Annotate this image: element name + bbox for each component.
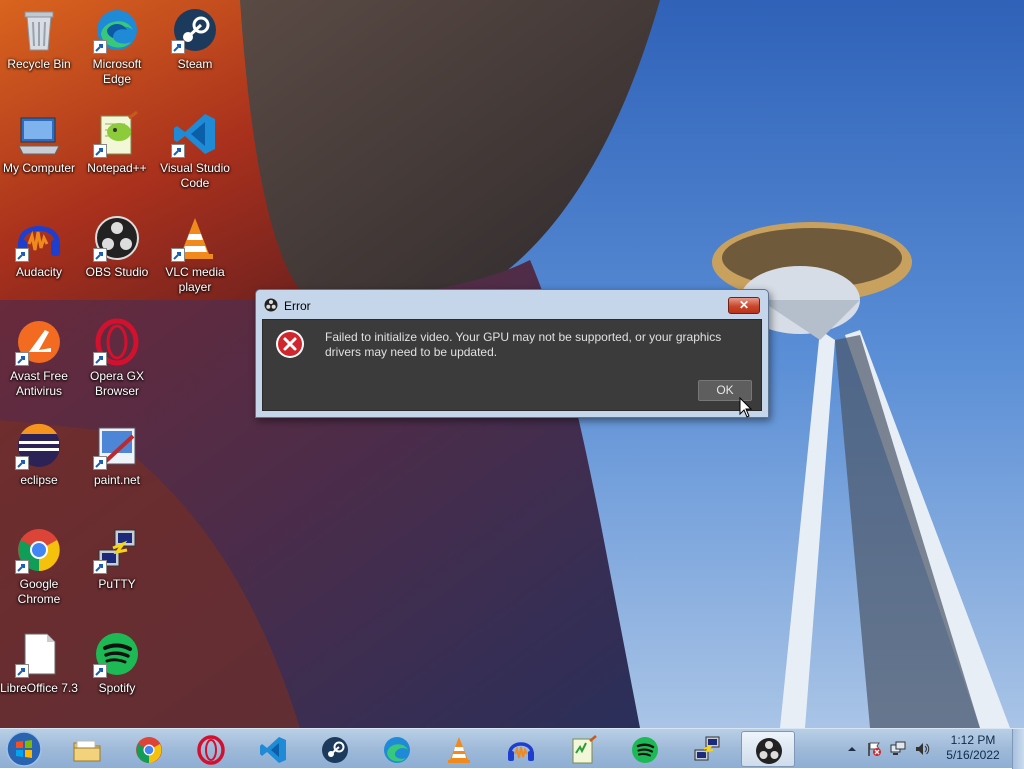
icon-label: Recycle Bin: [7, 57, 71, 71]
desktop-icon-google-chrome[interactable]: Google Chrome: [0, 520, 78, 607]
desktop-icon-libreoffice[interactable]: LibreOffice 7.3: [0, 624, 78, 696]
vlc-icon: [448, 737, 470, 763]
icon-label: LibreOffice 7.3: [0, 681, 78, 695]
desktop-icon-opera-gx[interactable]: Opera GX Browser: [78, 312, 156, 399]
taskbar-vlc[interactable]: [432, 731, 486, 767]
obs-icon: [756, 738, 782, 764]
icon-label: Opera GX Browser: [89, 369, 145, 398]
desktop-icon-audacity[interactable]: Audacity: [0, 208, 78, 280]
dialog-titlebar[interactable]: Error ✕: [256, 290, 768, 319]
show-hidden-icons-icon[interactable]: [844, 741, 860, 757]
taskbar-spotify[interactable]: [618, 731, 672, 767]
file-explorer-icon: [73, 740, 101, 762]
action-center-flag-icon[interactable]: [866, 741, 882, 757]
opera-icon: [197, 735, 225, 765]
close-button[interactable]: ✕: [728, 297, 760, 314]
clock[interactable]: 1:12 PM 5/16/2022: [940, 733, 1006, 763]
windows-start-icon[interactable]: [4, 730, 44, 768]
taskbar-notepadpp[interactable]: [556, 731, 610, 767]
dialog-body: Failed to initialize video. Your GPU may…: [262, 319, 762, 411]
vscode-icon: [260, 737, 286, 763]
spotify-icon: [632, 737, 658, 763]
taskbar-putty[interactable]: [680, 731, 734, 767]
icon-label: PuTTY: [98, 577, 136, 591]
recycle-bin-icon: [24, 11, 54, 51]
desktop-icon-putty[interactable]: PuTTY: [78, 520, 156, 592]
chrome-icon: [136, 737, 162, 763]
icon-label: Notepad++: [87, 161, 147, 175]
icon-label: Avast Free Antivirus: [10, 369, 68, 398]
taskbar-opera[interactable]: [184, 731, 238, 767]
icon-label: Spotify: [98, 681, 136, 695]
taskbar: 1:12 PM 5/16/2022: [0, 728, 1024, 769]
clock-time: 1:12 PM: [950, 733, 996, 747]
icon-label: paint.net: [93, 473, 141, 487]
audacity-icon: [508, 742, 534, 761]
putty-icon: [694, 736, 720, 761]
icon-label: eclipse: [20, 473, 58, 487]
network-icon[interactable]: [890, 741, 906, 757]
icon-label: OBS Studio: [85, 265, 149, 279]
mouse-cursor-icon: [739, 397, 753, 418]
desktop-icon-my-computer[interactable]: My Computer: [0, 104, 78, 176]
clock-date: 5/16/2022: [946, 748, 1000, 762]
desktop-icon-eclipse[interactable]: eclipse: [0, 416, 78, 488]
desktop[interactable]: Recycle Bin Microsoft Edge Steam My Comp…: [0, 0, 1024, 728]
icon-label: VLC media player: [165, 265, 225, 294]
taskbar-vscode[interactable]: [246, 731, 300, 767]
dialog-title: Error: [284, 299, 311, 313]
taskbar-audacity[interactable]: [494, 731, 548, 767]
error-dialog[interactable]: Error ✕ Failed to initialize video. Your…: [255, 289, 769, 418]
icon-label: Microsoft Edge: [92, 57, 142, 86]
error-message: Failed to initialize video. Your GPU may…: [325, 330, 722, 359]
desktop-icon-avast[interactable]: Avast Free Antivirus: [0, 312, 78, 399]
desktop-icon-microsoft-edge[interactable]: Microsoft Edge: [78, 0, 156, 87]
desktop-icon-recycle-bin[interactable]: Recycle Bin: [0, 0, 78, 72]
notepadpp-icon: [572, 735, 597, 764]
taskbar-file-explorer[interactable]: [60, 731, 114, 767]
steam-icon: [322, 737, 348, 763]
error-icon: [276, 330, 304, 358]
icon-label: Google Chrome: [17, 577, 61, 606]
desktop-icon-obs[interactable]: OBS Studio: [78, 208, 156, 280]
desktop-icon-steam[interactable]: Steam: [156, 0, 234, 72]
edge-icon: [384, 737, 410, 763]
system-tray: 1:12 PM 5/16/2022: [840, 729, 1024, 769]
desktop-icon-spotify[interactable]: Spotify: [78, 624, 156, 696]
icon-label: Visual Studio Code: [160, 161, 230, 190]
computer-icon: [18, 117, 60, 155]
taskbar-obs[interactable]: [741, 731, 795, 767]
icon-label: Audacity: [15, 265, 63, 279]
taskbar-steam[interactable]: [308, 731, 362, 767]
icon-label: Steam: [177, 57, 213, 71]
icon-label: My Computer: [2, 161, 76, 175]
obs-icon: [264, 298, 278, 312]
desktop-icon-vlc[interactable]: VLC media player: [156, 208, 234, 295]
volume-icon[interactable]: [914, 741, 930, 757]
taskbar-chrome[interactable]: [122, 731, 176, 767]
desktop-icon-paintnet[interactable]: paint.net: [78, 416, 156, 488]
desktop-icon-vscode[interactable]: Visual Studio Code: [156, 104, 234, 191]
taskbar-edge[interactable]: [370, 731, 424, 767]
close-icon: ✕: [738, 298, 750, 312]
desktop-icon-notepadpp[interactable]: Notepad++: [78, 104, 156, 176]
show-desktop-button[interactable]: [1012, 729, 1024, 769]
